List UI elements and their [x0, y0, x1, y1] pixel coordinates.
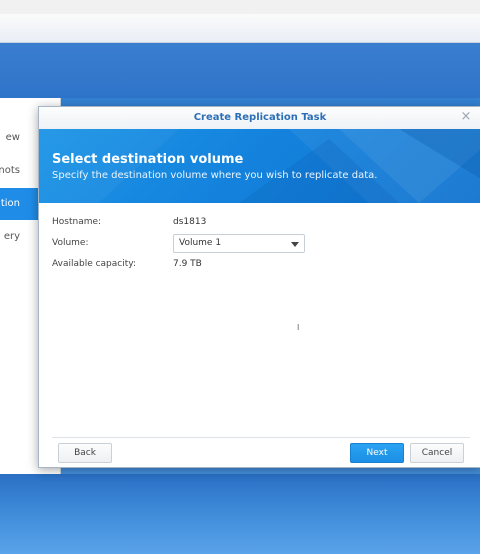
bg-sidebar-label: ery — [3, 231, 20, 242]
desktop-background — [0, 43, 480, 98]
footer-divider — [52, 437, 470, 438]
close-icon[interactable]: × — [459, 110, 473, 124]
next-button[interactable]: Next — [350, 443, 404, 463]
dialog-titlebar[interactable]: Create Replication Task × — [39, 107, 480, 130]
step-description: Specify the destination volume where you… — [52, 170, 378, 181]
hostname-value: ds1813 — [173, 217, 207, 227]
cancel-button[interactable]: Cancel — [410, 443, 464, 463]
mouse-cursor-icon: I — [297, 323, 300, 332]
dialog-title: Create Replication Task — [193, 112, 327, 123]
bg-sidebar-label: ew — [5, 132, 20, 143]
back-button[interactable]: Back — [58, 443, 112, 463]
volume-select-value: Volume 1 — [179, 238, 222, 248]
available-capacity-label: Available capacity: — [52, 259, 136, 269]
volume-label: Volume: — [52, 238, 89, 248]
available-capacity-value: 7.9 TB — [173, 259, 202, 269]
browser-toolbar — [0, 14, 480, 43]
chevron-down-icon[interactable] — [291, 242, 299, 247]
wizard-banner: Select destination volume Specify the de… — [39, 129, 480, 203]
desktop-bottom — [0, 474, 480, 554]
browser-titlebar — [0, 0, 480, 15]
step-heading: Select destination volume — [52, 152, 244, 167]
volume-select[interactable]: Volume 1 — [173, 234, 305, 253]
hostname-label: Hostname: — [52, 217, 102, 227]
bg-sidebar-label: nots — [0, 165, 20, 176]
bg-sidebar-label: ation — [0, 198, 20, 209]
create-replication-task-dialog: Create Replication Task × Select destina… — [38, 106, 480, 468]
